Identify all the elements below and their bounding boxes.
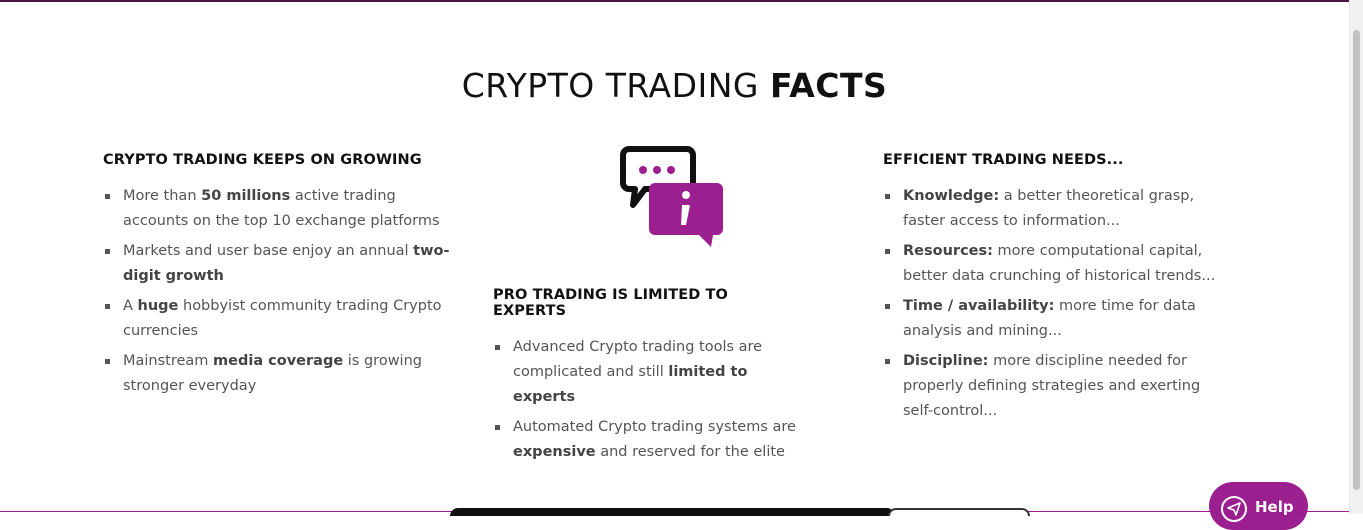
facts-column-needs: EFFICIENT TRADING NEEDS... Knowledge: a … [883,152,1233,429]
column-heading: CRYPTO TRADING KEEPS ON GROWING [103,152,422,168]
facts-column-experts: PRO TRADING IS LIMITED TO EXPERTS Advanc… [493,287,803,470]
list-item: A huge hobbyist community trading Crypto… [103,294,453,344]
scrollbar-thumb[interactable] [1353,30,1360,490]
fact-list: More than 50 millions active trading acc… [103,184,453,399]
help-label: Help [1255,498,1294,516]
list-item: Discipline: more discipline needed for p… [883,349,1233,424]
section-title: CRYPTO TRADING FACTS [461,66,888,105]
list-item: Resources: more computational capital, b… [883,239,1233,289]
list-item: Advanced Crypto trading tools are compli… [493,335,803,410]
top-border [0,0,1349,2]
fact-list: Knowledge: a better theoretical grasp, f… [883,184,1233,424]
list-item: Automated Crypto trading systems are exp… [493,415,803,465]
column-heading: PRO TRADING IS LIMITED TO EXPERTS [493,287,728,319]
next-section-preview-secondary [888,508,1030,516]
list-item: More than 50 millions active trading acc… [103,184,453,234]
chat-info-icon [620,146,723,247]
column-heading: EFFICIENT TRADING NEEDS... [883,152,1124,168]
help-button[interactable]: Help [1209,482,1308,530]
facts-column-growth: CRYPTO TRADING KEEPS ON GROWING More tha… [103,152,453,404]
fact-list: Advanced Crypto trading tools are compli… [493,335,803,465]
vertical-scrollbar[interactable] [1349,0,1363,514]
list-item: Markets and user base enjoy an annual tw… [103,239,453,289]
list-item: Mainstream media coverage is growing str… [103,349,453,399]
list-item: Time / availability: more time for data … [883,294,1233,344]
send-icon [1221,496,1247,522]
next-section-preview [450,508,895,516]
list-item: Knowledge: a better theoretical grasp, f… [883,184,1233,234]
